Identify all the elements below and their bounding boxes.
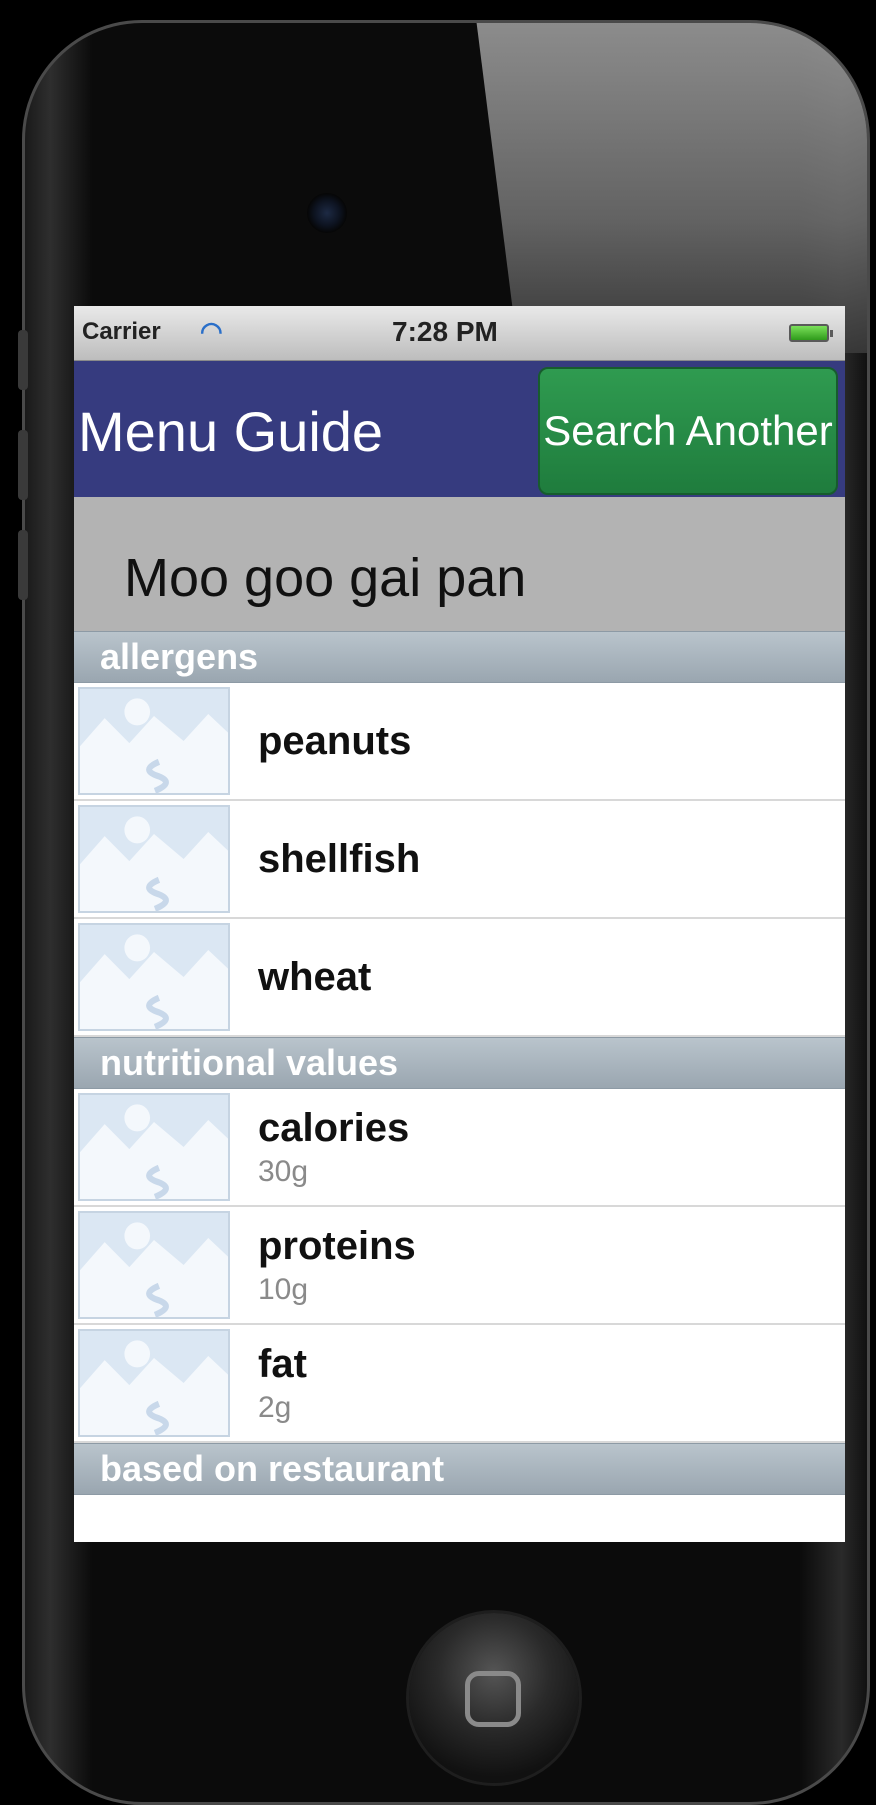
list-item[interactable]: fat 2g <box>74 1325 845 1443</box>
section-header-restaurant: based on restaurant <box>74 1443 845 1495</box>
carrier-label: Carrier <box>82 318 161 345</box>
front-camera-icon <box>307 193 347 233</box>
status-time: 7:28 PM <box>392 316 498 347</box>
dish-name: Moo goo gai pan <box>124 548 527 608</box>
search-another-button[interactable]: Search Another <box>538 367 838 495</box>
nutrient-value: 2g <box>258 1390 292 1424</box>
list-item[interactable]: wheat <box>74 919 845 1037</box>
image-placeholder-icon <box>78 805 230 913</box>
page-title: Menu Guide <box>78 400 384 463</box>
image-placeholder-icon <box>78 1211 230 1319</box>
image-placeholder-icon <box>78 1329 230 1437</box>
home-button[interactable] <box>409 1613 579 1783</box>
home-square-icon <box>465 1671 521 1727</box>
image-placeholder-icon <box>78 923 230 1031</box>
allergen-label: shellfish <box>258 836 421 881</box>
image-placeholder-icon <box>78 1093 230 1201</box>
battery-icon <box>789 324 833 342</box>
status-bar: Carrier ◠ 7:28 PM <box>74 306 845 361</box>
side-mute-switch[interactable] <box>18 330 28 390</box>
app-screen: Carrier ◠ 7:28 PM Menu Guide Search Anot… <box>74 306 845 1542</box>
volume-up-button[interactable] <box>18 430 28 500</box>
section-header-allergens: allergens <box>74 631 845 683</box>
list-item[interactable]: peanuts <box>74 683 845 801</box>
nutrient-value: 10g <box>258 1272 309 1306</box>
list-item[interactable]: shellfish <box>74 801 845 919</box>
list-item[interactable]: proteins 10g <box>74 1207 845 1325</box>
list-item[interactable]: calories 30g <box>74 1089 845 1207</box>
nutrient-value: 30g <box>258 1154 309 1188</box>
nutrient-label: proteins <box>258 1223 416 1268</box>
nutrient-label: calories <box>258 1105 410 1150</box>
allergen-label: peanuts <box>258 718 412 763</box>
allergen-label: wheat <box>258 954 372 999</box>
section-header-nutritional-values: nutritional values <box>74 1037 845 1089</box>
wifi-icon: ◠ <box>200 316 223 346</box>
empty-list-area <box>74 1495 845 1535</box>
navigation-bar: Menu Guide Search Another <box>74 361 845 497</box>
image-placeholder-icon <box>78 687 230 795</box>
dish-header: Moo goo gai pan <box>74 497 845 631</box>
nutrient-label: fat <box>258 1341 307 1386</box>
volume-down-button[interactable] <box>18 530 28 600</box>
glass-glare <box>476 23 867 353</box>
